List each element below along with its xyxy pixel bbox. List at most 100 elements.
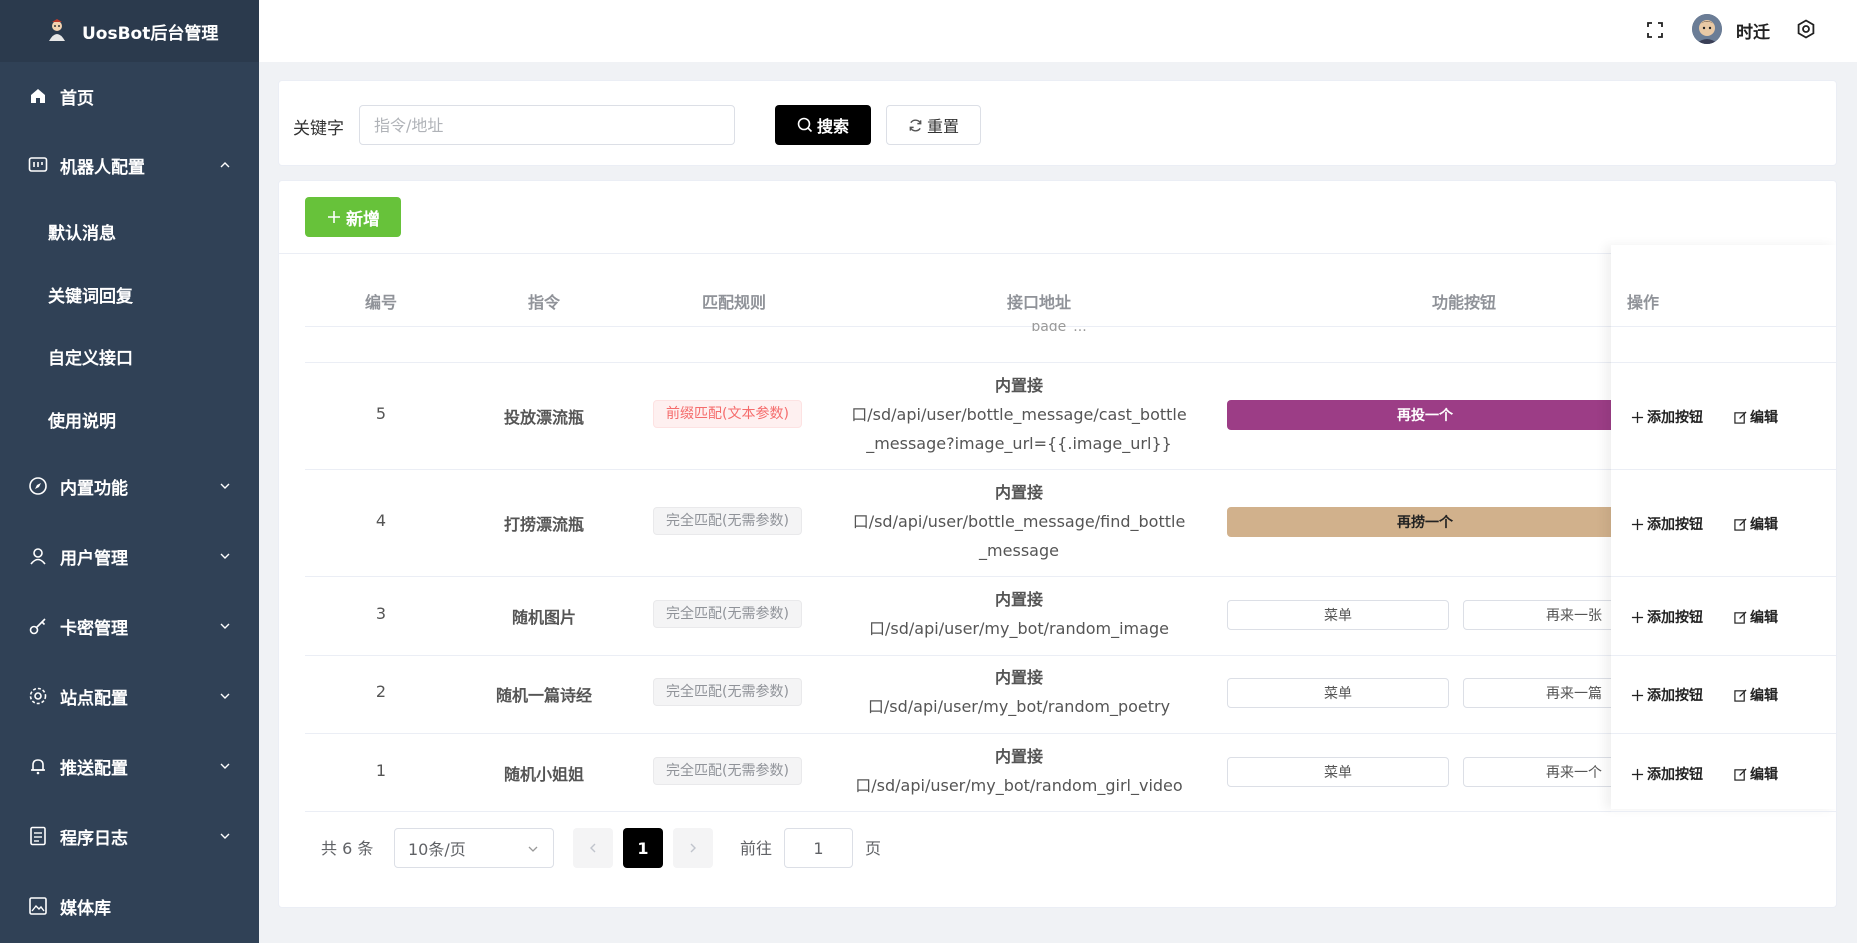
sidebar-item-push-config[interactable]: 推送配置 [0, 743, 259, 789]
fullscreen-icon[interactable] [1645, 20, 1665, 40]
chevron-up-icon [220, 162, 230, 168]
function-button[interactable]: 菜单 [1227, 600, 1449, 630]
cell-api-url: 内置接 口/sd/api/user/bottle_message/find_bo… [849, 478, 1189, 565]
cell-command: 打捞漂流瓶 [503, 515, 584, 534]
api-title: 内置接 [994, 747, 1043, 766]
edit-button[interactable]: 编辑 [1734, 764, 1778, 784]
document-icon [28, 826, 48, 846]
add-function-button[interactable]: 添加按钮 [1631, 607, 1703, 627]
sidebar-item-label: 媒体库 [60, 898, 111, 919]
next-page-button[interactable] [673, 828, 713, 868]
function-button[interactable]: 菜单 [1227, 757, 1449, 787]
goto-suffix: 页 [865, 839, 882, 858]
top-header [259, 0, 1857, 62]
cell-id: 1 [375, 761, 387, 780]
column-header-command: 指令 [527, 293, 560, 312]
goto-page-input[interactable] [784, 828, 853, 868]
divider [279, 253, 1836, 254]
sidebar-item-label: 程序日志 [60, 828, 128, 849]
add-function-button-label: 添加按钮 [1647, 610, 1703, 626]
sidebar-item-label: 卡密管理 [60, 618, 128, 639]
robot-config-icon [28, 155, 48, 175]
add-function-button[interactable]: 添加按钮 [1631, 764, 1703, 784]
add-function-button[interactable]: 添加按钮 [1631, 685, 1703, 705]
sidebar-item-media[interactable]: 媒体库 [0, 883, 259, 929]
function-button[interactable]: 菜单 [1227, 678, 1449, 708]
cell-api-url: 内置接 口/sd/api/user/my_bot/random_image [849, 585, 1189, 643]
plus-icon [1631, 611, 1644, 623]
column-header-match-rule: 匹配规则 [701, 293, 766, 312]
cell-id: 3 [375, 604, 387, 623]
edit-button[interactable]: 编辑 [1734, 607, 1778, 627]
edit-button[interactable]: 编辑 [1734, 514, 1778, 534]
sidebar-item-robot-config[interactable]: 机器人配置 [0, 142, 259, 188]
cell-api-url: 内置接 口/sd/api/user/my_bot/random_poetry [849, 663, 1189, 721]
add-button[interactable]: 新增 [305, 197, 401, 237]
search-card: 关键字 搜索 重置 [278, 80, 1837, 166]
edit-button-label: 编辑 [1750, 517, 1778, 533]
logo-icon [46, 19, 68, 43]
sidebar-subitem-custom-api[interactable]: 自定义接口 [48, 344, 133, 369]
add-function-button[interactable]: 添加按钮 [1631, 407, 1703, 427]
user-icon [28, 546, 48, 566]
chevron-down-icon [220, 693, 230, 699]
picture-icon [28, 896, 48, 916]
column-header-api-url: 接口地址 [1006, 293, 1071, 312]
sidebar-item-label: 首页 [60, 88, 94, 109]
page-size-select[interactable]: 10条/页 [394, 828, 554, 868]
function-button[interactable]: 再投一个 [1227, 400, 1623, 430]
add-function-button-label: 添加按钮 [1647, 410, 1703, 426]
partial-row-text: page_... [1031, 319, 1087, 331]
api-path: 口/sd/api/user/my_bot/random_girl_video [855, 776, 1183, 795]
key-icon [28, 616, 48, 636]
sidebar-item-builtin[interactable]: 内置功能 [0, 463, 259, 509]
api-path: 口/sd/api/user/my_bot/random_image [869, 619, 1169, 638]
refresh-icon [909, 119, 922, 131]
sidebar-item-logs[interactable]: 程序日志 [0, 813, 259, 859]
sidebar-subitem-usage-guide[interactable]: 使用说明 [48, 407, 116, 432]
prev-page-button[interactable] [573, 828, 613, 868]
cell-id: 5 [375, 404, 387, 423]
gear-icon [28, 686, 48, 706]
api-title: 内置接 [994, 590, 1043, 609]
table-card: 新增 编号 指令 匹配规则 接口地址 功能按钮 page_... 5 投放漂流瓶… [278, 180, 1837, 908]
sidebar-item-users[interactable]: 用户管理 [0, 533, 259, 579]
edit-icon [1734, 410, 1747, 424]
divider [305, 469, 1813, 470]
search-button[interactable]: 搜索 [775, 105, 871, 145]
sidebar-item-site-config[interactable]: 站点配置 [0, 673, 259, 719]
api-path: 口/sd/api/user/bottle_message/cast_bottle… [851, 405, 1187, 453]
divider [1611, 576, 1836, 577]
edit-button[interactable]: 编辑 [1734, 407, 1778, 427]
divider [305, 655, 1813, 656]
column-header-operations: 操作 [1627, 293, 1660, 312]
username[interactable]: 时迁 [1736, 18, 1770, 43]
sidebar-subitem-default-message[interactable]: 默认消息 [48, 219, 116, 244]
sidebar-item-home[interactable]: 首页 [0, 73, 259, 119]
bell-icon [28, 756, 48, 776]
plus-icon [328, 211, 340, 223]
add-function-button[interactable]: 添加按钮 [1631, 514, 1703, 534]
function-button[interactable]: 再捞一个 [1227, 507, 1623, 537]
sidebar-subitem-keyword-reply[interactable]: 关键词回复 [48, 282, 133, 307]
cell-command: 随机小姐姐 [503, 765, 584, 784]
pagination-total: 共 6 条 [321, 839, 374, 858]
chevron-right-icon [690, 843, 696, 853]
avatar[interactable] [1692, 14, 1722, 44]
divider [1611, 811, 1836, 812]
page-number-current[interactable]: 1 [623, 828, 663, 868]
goto-label: 前往 [740, 839, 773, 858]
settings-icon[interactable] [1796, 19, 1816, 39]
sidebar-item-label: 机器人配置 [60, 157, 145, 178]
keyword-input[interactable] [359, 105, 735, 145]
sidebar-item-cards[interactable]: 卡密管理 [0, 603, 259, 649]
reset-button[interactable]: 重置 [886, 105, 981, 145]
sidebar: UosBot后台管理 首页 机器人配置 默认消息 关键词回复 自定义接口 使用说… [0, 0, 259, 943]
cell-id: 2 [375, 682, 387, 701]
edit-button[interactable]: 编辑 [1734, 685, 1778, 705]
sidebar-item-label: 内置功能 [60, 478, 128, 499]
divider [305, 811, 1813, 812]
add-function-button-label: 添加按钮 [1647, 688, 1703, 704]
cell-command: 投放漂流瓶 [503, 408, 584, 427]
search-icon [797, 117, 813, 133]
